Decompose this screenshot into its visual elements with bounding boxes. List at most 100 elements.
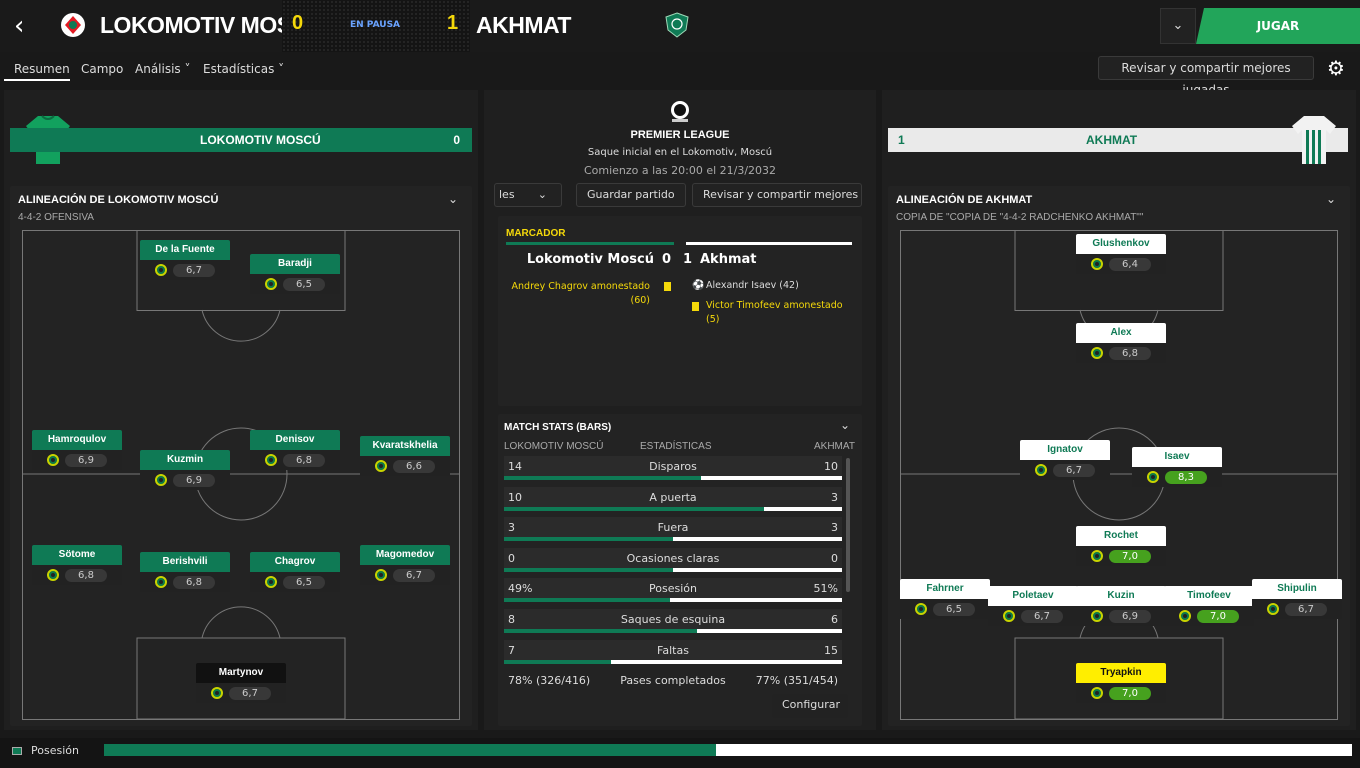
stat-bar-home-fill [504, 598, 670, 603]
review-highlights-center-button[interactable]: Revisar y compartir mejores ju [692, 183, 862, 207]
tab-pitch[interactable]: Campo [81, 62, 123, 76]
home-event-minute: (60) [630, 295, 650, 306]
stat-label: Ocasiones claras [626, 551, 720, 565]
venue-text: Saque inicial en el Lokomotiv, Moscú [587, 147, 773, 158]
stats-scrollbar[interactable] [846, 458, 850, 592]
home-player-card[interactable]: De la Fuente 6,7 [140, 240, 230, 280]
away-player-card[interactable]: Ignatov 6,7 [1020, 440, 1110, 480]
stat-row: 10 A puerta 3 [504, 486, 842, 511]
stat-away-value: 10 [824, 460, 838, 473]
away-player-card[interactable]: Isaev 8,3 [1132, 447, 1222, 487]
player-name: Alex [1076, 323, 1166, 343]
home-player-card[interactable]: Hamroqulov 6,9 [32, 430, 122, 470]
home-player-card[interactable]: Berishvili 6,8 [140, 552, 230, 592]
away-lineup-title: ALINEACIÓN DE AKHMAT [896, 194, 1033, 206]
condition-icon [915, 603, 927, 615]
home-player-card[interactable]: Martynov 6,7 [196, 663, 286, 703]
away-player-card[interactable]: Fahrner 6,5 [900, 579, 990, 619]
stat-row: 0 Ocasiones claras 0 [504, 547, 842, 572]
away-player-card[interactable]: Poletaev 6,7 [988, 586, 1078, 626]
tab-summary[interactable]: Resumen [14, 62, 70, 76]
match-options-dropdown[interactable]: ⌄ [1160, 8, 1196, 44]
away-player-card[interactable]: Shipulin 6,7 [1252, 579, 1342, 619]
away-pitch [900, 230, 1338, 720]
home-player-card[interactable]: Denisov 6,8 [250, 430, 340, 470]
stat-bar [504, 659, 842, 664]
chevron-down-icon[interactable]: ⌄ [1326, 192, 1336, 206]
player-rating: 6,5 [283, 277, 325, 291]
tab-analysis[interactable]: Análisis ˅ [135, 62, 191, 76]
player-rating-row: 8,3 [1132, 467, 1222, 487]
away-color-strip [686, 242, 852, 245]
stat-bar-home-fill [504, 659, 612, 664]
stat-away-value: 0 [831, 551, 838, 565]
player-name: Glushenkov [1076, 234, 1166, 254]
player-rating: 6,8 [65, 568, 107, 582]
away-player-card[interactable]: Rochet 7,0 [1076, 526, 1166, 566]
away-player-card[interactable]: Timofeev 7,0 [1164, 586, 1254, 626]
player-name: Sötome [32, 545, 122, 565]
partial-dropdown-button[interactable]: les ⌄ [494, 183, 562, 207]
home-player-card[interactable]: Magomedov 6,7 [360, 545, 450, 585]
play-button[interactable]: JUGAR [1196, 8, 1360, 44]
player-rating: 6,7 [1021, 609, 1063, 623]
scoreboard-home-team: Lokomotiv Moscú [526, 252, 654, 267]
home-player-card[interactable]: Kuzmin 6,9 [140, 450, 230, 490]
team-flag-icon [12, 747, 22, 755]
stat-bar-home-fill [504, 629, 697, 633]
away-card-event: Victor Timofeev amonestado [706, 300, 843, 311]
player-name: Berishvili [140, 552, 230, 572]
player-rating: 6,6 [393, 459, 435, 473]
chevron-down-icon[interactable]: ⌄ [840, 418, 850, 432]
configure-button[interactable]: Configurar [772, 694, 848, 718]
condition-icon [155, 264, 167, 276]
home-player-card[interactable]: Sötome 6,8 [32, 545, 122, 585]
condition-icon [375, 569, 387, 581]
review-highlights-button[interactable]: Revisar y compartir mejores jugadas [1098, 56, 1314, 97]
possession-home-fill [104, 744, 716, 756]
stat-bar-home-fill [504, 506, 764, 511]
kickoff-text: Comienzo a las 20:00 el 21/3/2032 [583, 164, 777, 177]
stat-row: 7 Faltas 15 [504, 639, 842, 664]
away-team-title[interactable]: AKHMAT [476, 12, 571, 39]
player-rating-row: 6,7 [1020, 460, 1110, 480]
condition-icon [1267, 603, 1279, 615]
player-rating-row: 7,0 [1076, 546, 1166, 566]
home-player-card[interactable]: Chagrov 6,5 [250, 552, 340, 592]
player-rating: 6,9 [1109, 609, 1151, 623]
save-match-button[interactable]: Guardar partido [576, 183, 686, 207]
away-team-bar: 1 AKHMAT [888, 128, 1348, 152]
player-rating: 7,0 [1197, 609, 1239, 623]
home-player-card[interactable]: Baradji 6,5 [250, 254, 340, 294]
stat-bar-home-fill [504, 567, 673, 572]
home-player-card[interactable]: Kvaratskhelia 6,6 [360, 436, 450, 476]
competition-name: PREMIER LEAGUE [630, 129, 730, 141]
player-name: Shipulin [1252, 579, 1342, 599]
away-score: 1 [447, 12, 459, 34]
away-player-card[interactable]: Alex 6,8 [1076, 323, 1166, 363]
tab-statistics[interactable]: Estadísticas ˅ [203, 62, 284, 76]
stat-label: Saques de esquina [620, 613, 726, 626]
away-player-card[interactable]: Glushenkov 6,4 [1076, 234, 1166, 274]
stat-bar-home-fill [504, 537, 673, 542]
away-formation: COPIA DE "COPIA DE "4-4-2 RADCHENKO AKHM… [896, 212, 1144, 223]
player-rating: 7,0 [1109, 686, 1151, 700]
active-tab-underline [4, 79, 70, 81]
gear-icon[interactable]: ⚙ [1324, 56, 1348, 80]
away-goal-event: Alexandr Isaev (42) [706, 280, 799, 291]
possession-bar [104, 744, 1352, 756]
home-team-score: 0 [453, 133, 460, 147]
lokomotiv-logo [61, 13, 85, 37]
stat-label: Faltas [657, 643, 689, 657]
player-rating-row: 6,7 [988, 606, 1078, 626]
chevron-down-icon[interactable]: ⌄ [448, 192, 458, 206]
away-card-minute: (5) [706, 314, 720, 325]
home-event-text: Andrey Chagrov amonestado [511, 281, 650, 292]
back-arrow-icon[interactable]: ‹ [14, 12, 40, 40]
yellow-card-icon [692, 302, 699, 311]
player-rating-row: 6,7 [360, 565, 450, 585]
away-player-card[interactable]: Tryapkin 7,0 [1076, 663, 1166, 703]
away-player-card[interactable]: Kuzin 6,9 [1076, 586, 1166, 626]
stat-label: A puerta [649, 490, 697, 504]
home-team-name: LOKOMOTIV MOSCÚ [200, 133, 321, 147]
